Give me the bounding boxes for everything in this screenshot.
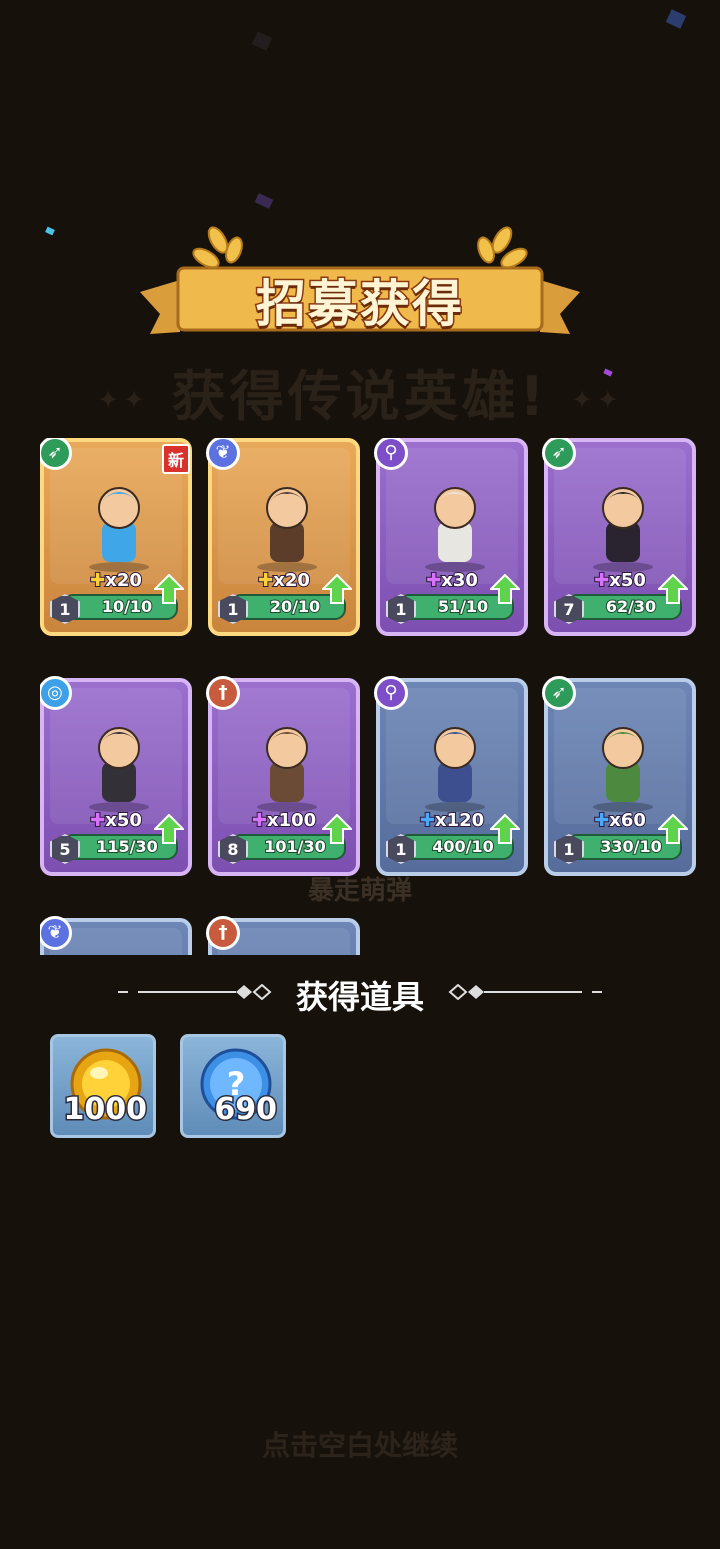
puzzle-piece-icon: ✚ bbox=[251, 809, 268, 832]
hero-card[interactable]: ⚲ ✚x30 51/10 1 bbox=[374, 438, 528, 636]
items-title: 获得道具 bbox=[295, 978, 424, 1016]
reward-item-orb[interactable]: ? 690 bbox=[180, 1034, 286, 1138]
item-count: 1000 bbox=[62, 1091, 148, 1129]
hero-portrait-icon bbox=[257, 487, 317, 572]
puzzle-piece-icon: ✚ bbox=[593, 569, 610, 592]
sparkle-icon: ✦✦ bbox=[571, 385, 623, 416]
hero-card[interactable]: † ✚x100 101/30 8 bbox=[206, 676, 360, 876]
shard-count-text: x120 bbox=[434, 809, 485, 832]
sparkle-icon: ✦✦ bbox=[97, 385, 149, 416]
hero-portrait-icon bbox=[593, 487, 653, 572]
hero-card[interactable]: ➶ 新 ✚x20 10/10 1 bbox=[40, 438, 192, 636]
sword-icon: † bbox=[206, 916, 240, 950]
puzzle-piece-icon: ✚ bbox=[89, 569, 106, 592]
confetti bbox=[45, 226, 55, 236]
subtitle-text: 获得传说英雄! bbox=[171, 365, 549, 428]
bow-icon: ➶ bbox=[542, 676, 576, 710]
hero-portrait-icon bbox=[89, 487, 149, 572]
item-count: 690 bbox=[213, 1091, 279, 1129]
upgrade-arrow-icon[interactable] bbox=[322, 814, 352, 844]
banner-title: 招募获得 bbox=[255, 274, 464, 335]
reward-item-gold[interactable]: 1000 bbox=[50, 1034, 156, 1138]
hero-portrait-icon bbox=[593, 727, 653, 812]
hero-portrait-icon bbox=[242, 952, 332, 955]
sword-icon: † bbox=[206, 676, 240, 710]
hero-card[interactable]: ❦ bbox=[40, 916, 192, 955]
hero-card[interactable]: ➶ ✚x60 330/10 1 bbox=[542, 676, 696, 876]
continue-hint[interactable]: 点击空白处继续 bbox=[0, 1424, 720, 1464]
shard-count-text: x50 bbox=[608, 569, 647, 592]
hero-card[interactable]: ◎ ✚x50 115/30 5 bbox=[40, 676, 192, 876]
hero-card[interactable]: † bbox=[206, 916, 360, 955]
shard-count-text: x20 bbox=[272, 569, 311, 592]
items-section-header: 获得道具 bbox=[0, 970, 720, 1016]
staff-icon: ⚲ bbox=[374, 676, 408, 710]
confetti bbox=[665, 9, 687, 29]
puzzle-piece-icon: ✚ bbox=[593, 809, 610, 832]
confetti bbox=[254, 193, 274, 209]
shard-count-text: x50 bbox=[104, 809, 143, 832]
shard-count-text: x60 bbox=[608, 809, 647, 832]
upgrade-arrow-icon[interactable] bbox=[658, 814, 688, 844]
hero-portrait-icon bbox=[425, 487, 485, 572]
upgrade-arrow-icon[interactable] bbox=[322, 574, 352, 604]
upgrade-arrow-icon[interactable] bbox=[154, 574, 184, 604]
upgrade-arrow-icon[interactable] bbox=[658, 574, 688, 604]
hero-portrait-icon bbox=[425, 727, 485, 812]
upgrade-arrow-icon[interactable] bbox=[490, 814, 520, 844]
shard-count-text: x30 bbox=[440, 569, 479, 592]
puzzle-piece-icon: ✚ bbox=[89, 809, 106, 832]
title-banner: 招募获得 bbox=[140, 222, 580, 342]
hero-card[interactable]: ➶ ✚x50 62/30 7 bbox=[542, 438, 696, 636]
puzzle-piece-icon: ✚ bbox=[419, 809, 436, 832]
puzzle-piece-icon: ✚ bbox=[425, 569, 442, 592]
background-label: 暴走萌弹 bbox=[307, 876, 412, 906]
upgrade-arrow-icon[interactable] bbox=[154, 814, 184, 844]
hero-portrait-icon bbox=[257, 727, 317, 812]
upgrade-arrow-icon[interactable] bbox=[490, 574, 520, 604]
subtitle: ✦✦ 获得传说英雄! ✦✦ bbox=[0, 352, 720, 431]
hero-card[interactable]: ⚲ ✚x120 400/10 1 bbox=[374, 676, 528, 876]
new-badge: 新 bbox=[161, 444, 190, 474]
confetti bbox=[251, 31, 273, 51]
hero-portrait-icon bbox=[74, 952, 164, 955]
hero-card[interactable]: ❦ ✚x20 20/10 1 bbox=[206, 438, 360, 636]
shard-count-text: x100 bbox=[266, 809, 317, 832]
divider-right-icon bbox=[448, 984, 602, 1000]
shard-count-text: x20 bbox=[104, 569, 143, 592]
puzzle-piece-icon: ✚ bbox=[257, 569, 274, 592]
hero-portrait-icon bbox=[89, 727, 149, 812]
